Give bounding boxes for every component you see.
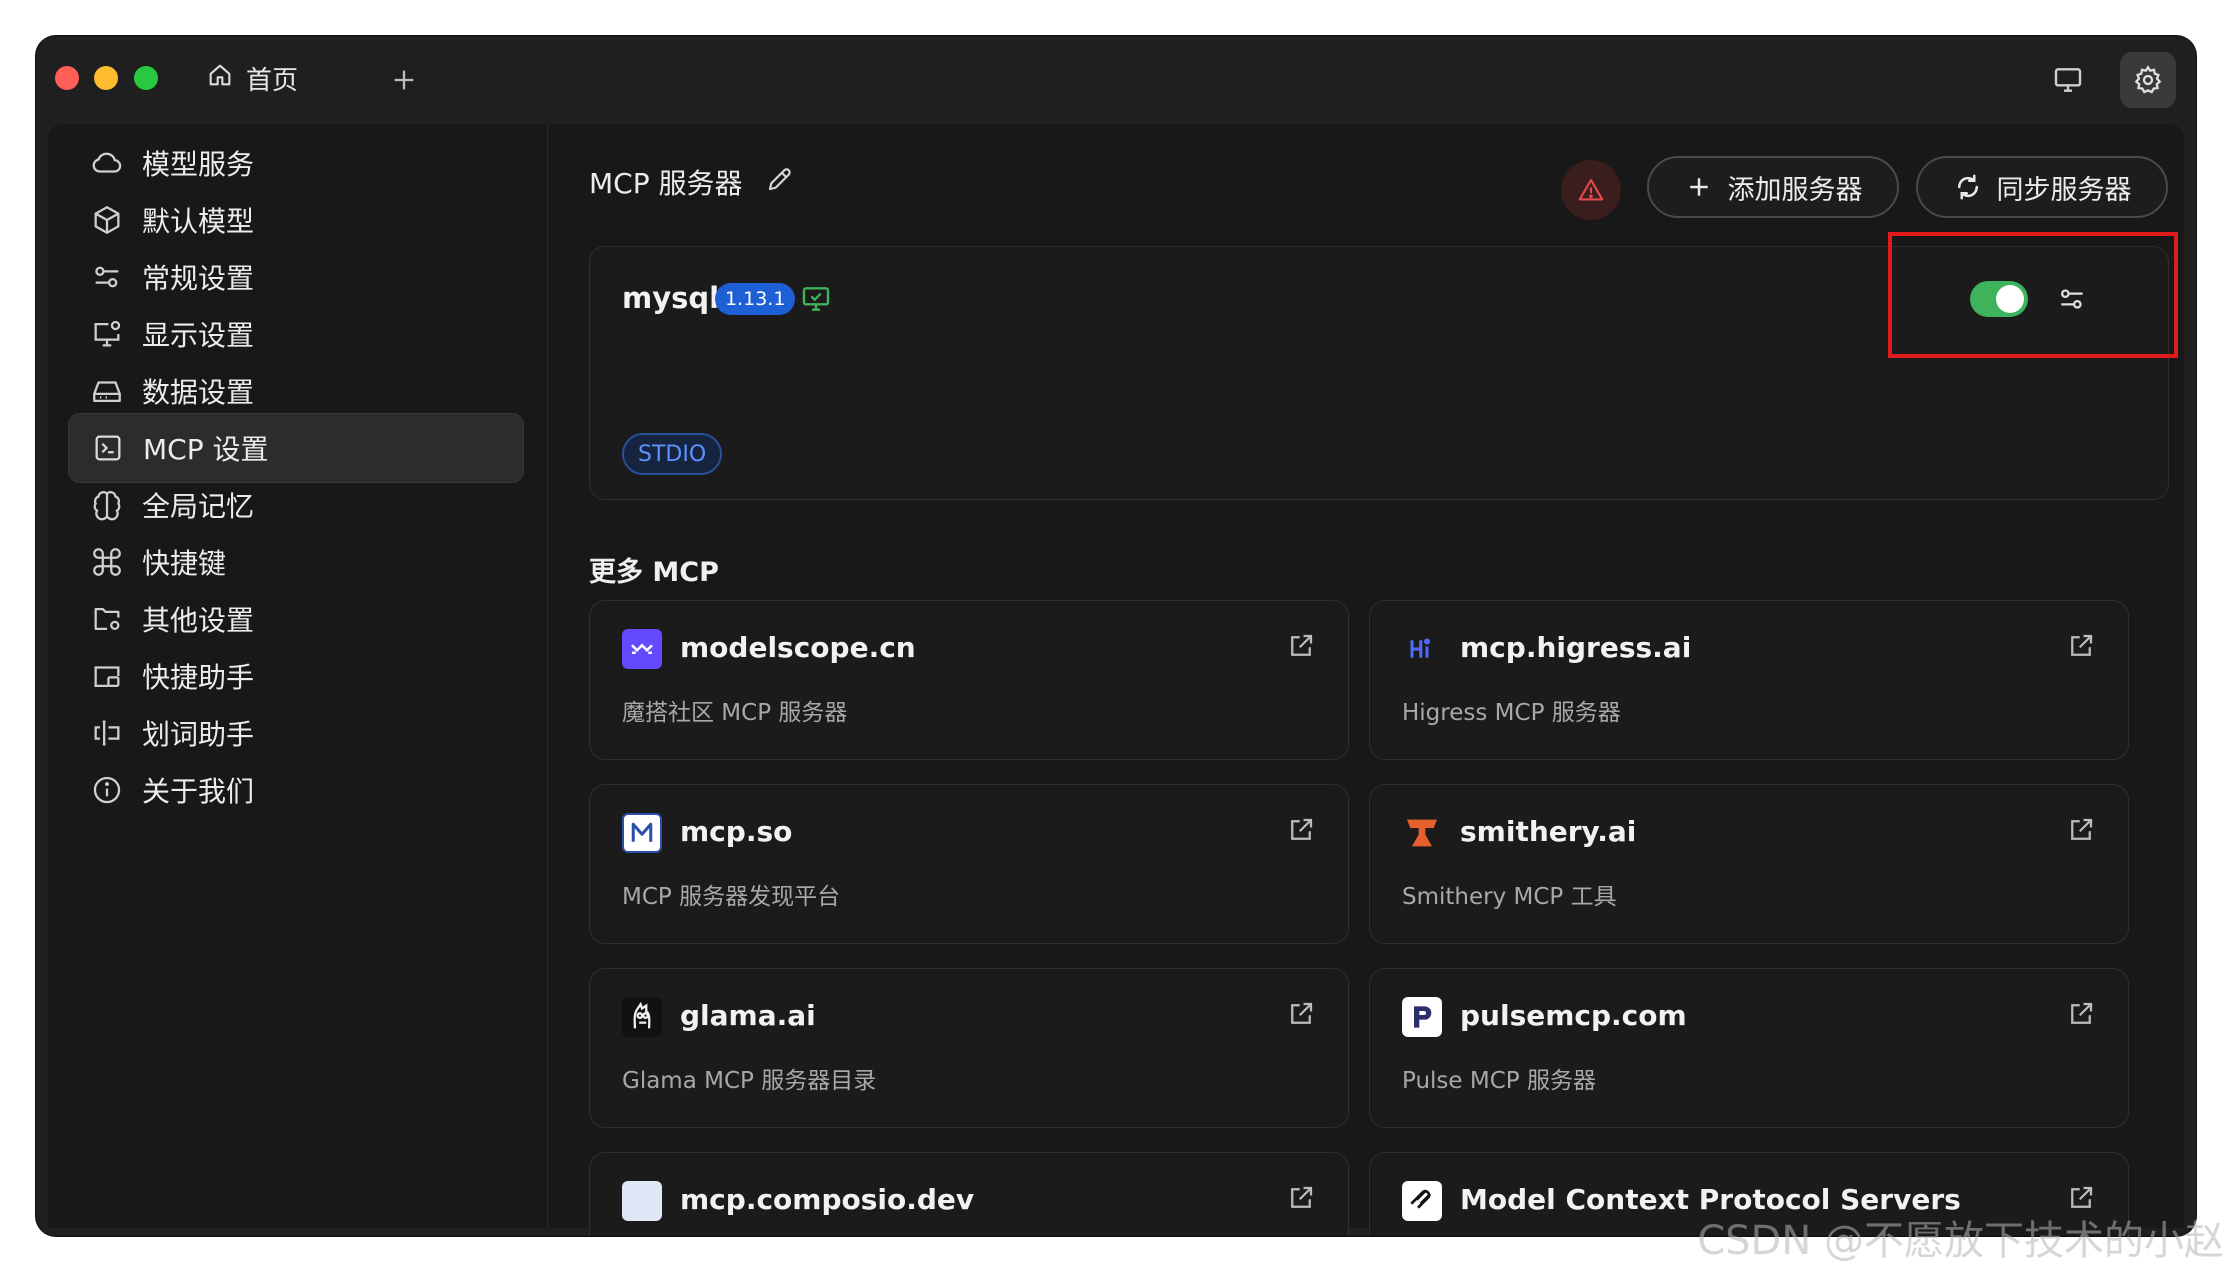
modelscope-logo-icon	[622, 629, 662, 669]
external-link-icon[interactable]	[2066, 631, 2096, 661]
refresh-icon	[1957, 174, 1978, 200]
provider-card-higress[interactable]: mcp.higress.ai Higress MCP 服务器	[1369, 600, 2129, 760]
monitor-settings-icon	[94, 320, 121, 347]
add-server-button[interactable]: 添加服务器	[1647, 156, 1899, 218]
pulsemcp-logo-icon	[1402, 997, 1442, 1037]
home-icon	[206, 61, 234, 96]
sidebar-item-label: 数据设置	[142, 376, 255, 409]
sliders-icon	[95, 266, 119, 288]
edit-title-button[interactable]	[765, 164, 795, 201]
provider-name: modelscope.cn	[680, 631, 916, 664]
toggle-knob	[1996, 285, 2024, 313]
provider-card-composio[interactable]: mcp.composio.dev	[589, 1152, 1349, 1236]
brain-icon	[93, 491, 121, 521]
provider-name: mcp.so	[680, 815, 793, 848]
gear-icon	[2134, 65, 2162, 94]
sidebar-item-label: 全局记忆	[142, 490, 255, 523]
provider-card-modelscope[interactable]: modelscope.cn 魔搭社区 MCP 服务器	[589, 600, 1349, 760]
composio-logo-icon	[622, 1181, 662, 1221]
mcp-so-logo-icon	[622, 813, 662, 853]
external-link-icon[interactable]	[1286, 631, 1316, 661]
pencil-icon	[768, 167, 791, 190]
mcp-protocol-logo-icon	[1402, 1181, 1442, 1221]
maximize-window-button[interactable]	[134, 66, 158, 90]
external-link-icon[interactable]	[1286, 815, 1316, 845]
sidebar-item-label: 划词助手	[142, 718, 255, 751]
higress-logo-icon	[1402, 629, 1442, 669]
add-server-label: 添加服务器	[1727, 174, 1863, 206]
sidebar-item-label: 默认模型	[142, 205, 255, 238]
info-icon	[93, 776, 121, 804]
sidebar-item-label: 快捷助手	[142, 661, 255, 694]
sidebar-item-about[interactable]: 关于我们	[68, 755, 524, 825]
titlebar: 首页	[36, 36, 2196, 124]
provider-name: mcp.composio.dev	[680, 1183, 975, 1216]
sidebar-item-label: 显示设置	[142, 319, 255, 352]
sync-server-label: 同步服务器	[1996, 174, 2132, 206]
glama-logo-icon	[622, 997, 662, 1037]
settings-button[interactable]	[2120, 52, 2176, 108]
external-link-icon[interactable]	[2066, 999, 2096, 1029]
page-title-text: MCP 服务器	[589, 167, 743, 200]
mini-window-button[interactable]	[2040, 52, 2096, 108]
external-link-icon[interactable]	[1286, 999, 1316, 1029]
provider-card-smithery[interactable]: smithery.ai Smithery MCP 工具	[1369, 784, 2129, 944]
settings-sidebar: 模型服务 默认模型 常规设置 显示设置 数据设置 MCP 设置 全局记忆 快捷键…	[48, 124, 548, 1228]
server-settings-icon[interactable]	[2056, 283, 2088, 315]
provider-desc: Glama MCP 服务器目录	[622, 1068, 877, 1094]
server-name: mysql	[622, 281, 720, 315]
tab-home-label: 首页	[246, 65, 299, 96]
transport-tag: STDIO	[622, 433, 723, 475]
warning-button[interactable]	[1561, 160, 1621, 220]
sidebar-item-label: 快捷键	[142, 547, 227, 580]
watermark-text: CSDN @不愿放下技术的小赵	[1697, 1218, 2224, 1264]
provider-name: mcp.higress.ai	[1460, 631, 1692, 664]
sidebar-item-label: 模型服务	[142, 148, 255, 181]
monitor-check-icon	[802, 287, 830, 311]
sidebar-item-label: 其他设置	[142, 604, 255, 637]
folder-settings-icon	[94, 607, 120, 631]
plus-icon	[1689, 178, 1708, 196]
provider-card-glama[interactable]: glama.ai Glama MCP 服务器目录	[589, 968, 1349, 1128]
terminal-icon	[95, 435, 121, 461]
close-window-button[interactable]	[55, 66, 79, 90]
server-card-mysql[interactable]: mysql 1.13.1 STDIO	[589, 246, 2169, 500]
provider-desc: Smithery MCP 工具	[1402, 884, 1617, 910]
warning-icon	[1578, 178, 1604, 201]
content-area: 模型服务 默认模型 常规设置 显示设置 数据设置 MCP 设置 全局记忆 快捷键…	[48, 124, 2184, 1236]
mcp-settings-panel: MCP 服务器 添加服务器 同步服务器 mysql 1.13.1 STDIO 更…	[549, 124, 2184, 1236]
external-link-icon[interactable]	[2066, 815, 2096, 845]
minimize-window-button[interactable]	[94, 66, 118, 90]
hard-drive-icon	[93, 381, 121, 403]
provider-card-mcp-so[interactable]: mcp.so MCP 服务器发现平台	[589, 784, 1349, 944]
provider-desc: Higress MCP 服务器	[1402, 700, 1621, 726]
provider-name: pulsemcp.com	[1460, 999, 1687, 1032]
sidebar-item-label: 常规设置	[142, 262, 255, 295]
sync-server-button[interactable]: 同步服务器	[1916, 156, 2168, 218]
server-enable-toggle[interactable]	[1970, 281, 2028, 317]
provider-desc: MCP 服务器发现平台	[622, 884, 841, 910]
sidebar-item-label: MCP 设置	[143, 433, 269, 466]
app-window-icon	[94, 666, 120, 688]
sidebar-item-label: 关于我们	[142, 775, 255, 808]
smithery-logo-icon	[1402, 813, 1442, 853]
provider-name: glama.ai	[680, 999, 816, 1032]
monitor-icon	[2054, 68, 2082, 92]
text-cursor-icon	[94, 720, 120, 746]
more-mcp-heading: 更多 MCP	[589, 557, 719, 588]
provider-desc: Pulse MCP 服务器	[1402, 1068, 1596, 1094]
version-badge: 1.13.1	[715, 283, 796, 315]
external-link-icon[interactable]	[1286, 1183, 1316, 1213]
provider-card-pulsemcp[interactable]: pulsemcp.com Pulse MCP 服务器	[1369, 968, 2129, 1128]
new-tab-button[interactable]	[384, 60, 424, 100]
provider-desc: 魔搭社区 MCP 服务器	[622, 700, 848, 726]
provider-name: smithery.ai	[1460, 815, 1637, 848]
cloud-icon	[92, 152, 122, 173]
cube-icon	[94, 206, 120, 234]
command-icon	[93, 548, 121, 576]
page-title: MCP 服务器	[589, 162, 795, 202]
tab-home[interactable]: 首页	[206, 56, 298, 100]
plus-icon	[394, 70, 414, 90]
app-window: 首页 模型服务 默认模型 常规设置 显示设置 数据设置 MCP 设置 全局记忆 …	[36, 36, 2196, 1236]
